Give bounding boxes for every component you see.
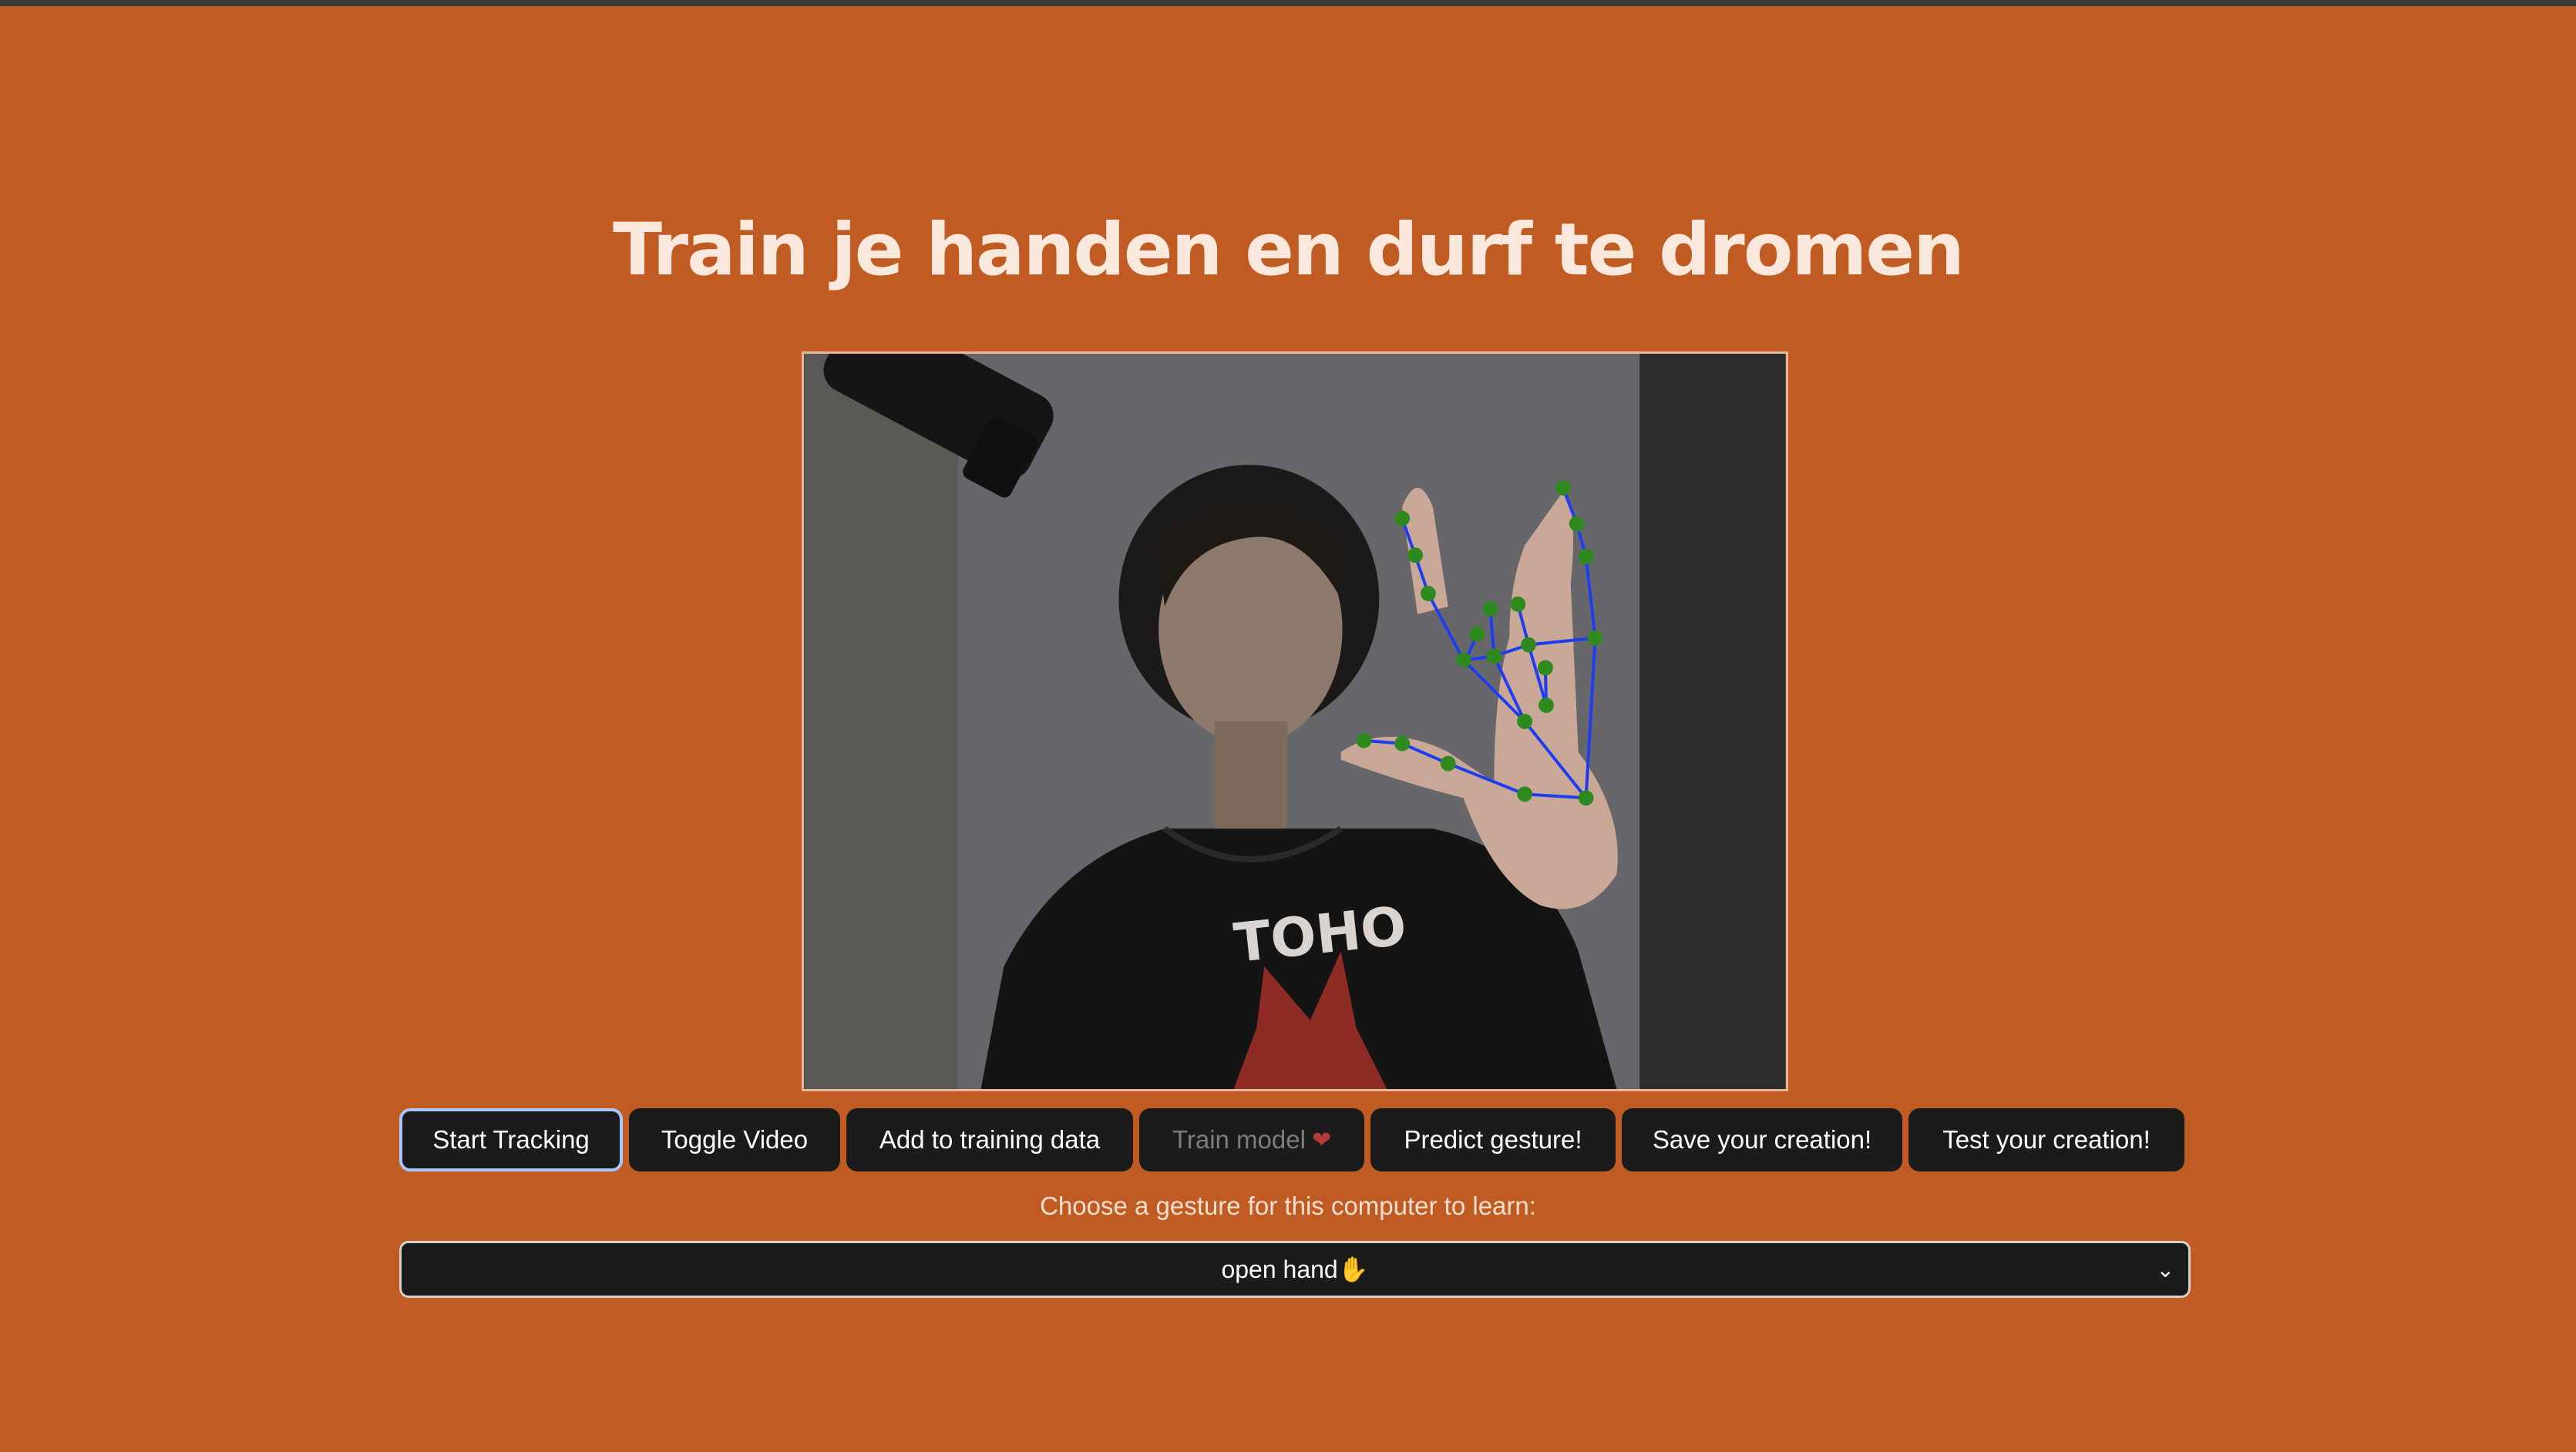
gesture-select[interactable]: open hand ✋ ⌄ [399, 1241, 2191, 1298]
heart-icon: ❤ [1311, 1127, 1332, 1153]
webcam-video: TOHO [802, 351, 1788, 1091]
control-button-row: Start Tracking Toggle Video Add to train… [399, 1108, 2191, 1171]
page-title: Train je handen en durf te dromen [613, 208, 1965, 292]
toggle-video-button[interactable]: Toggle Video [629, 1108, 840, 1171]
browser-top-edge [0, 0, 2576, 6]
start-tracking-button[interactable]: Start Tracking [399, 1108, 623, 1171]
add-training-data-button[interactable]: Add to training data [846, 1108, 1133, 1171]
save-creation-button[interactable]: Save your creation! [1622, 1108, 1902, 1171]
open-hand-icon: ✋ [1337, 1255, 1369, 1283]
gesture-picker-label: Choose a gesture for this computer to le… [1040, 1192, 1536, 1220]
webcam-frame: TOHO [805, 354, 1785, 1089]
gesture-select-value: open hand [1221, 1255, 1338, 1283]
predict-gesture-button[interactable]: Predict gesture! [1370, 1108, 1616, 1171]
chevron-down-icon: ⌄ [2156, 1258, 2174, 1282]
train-model-label: Train model [1172, 1125, 1306, 1154]
test-creation-button[interactable]: Test your creation! [1908, 1108, 2184, 1171]
train-model-button[interactable]: Train model ❤ [1139, 1108, 1364, 1171]
